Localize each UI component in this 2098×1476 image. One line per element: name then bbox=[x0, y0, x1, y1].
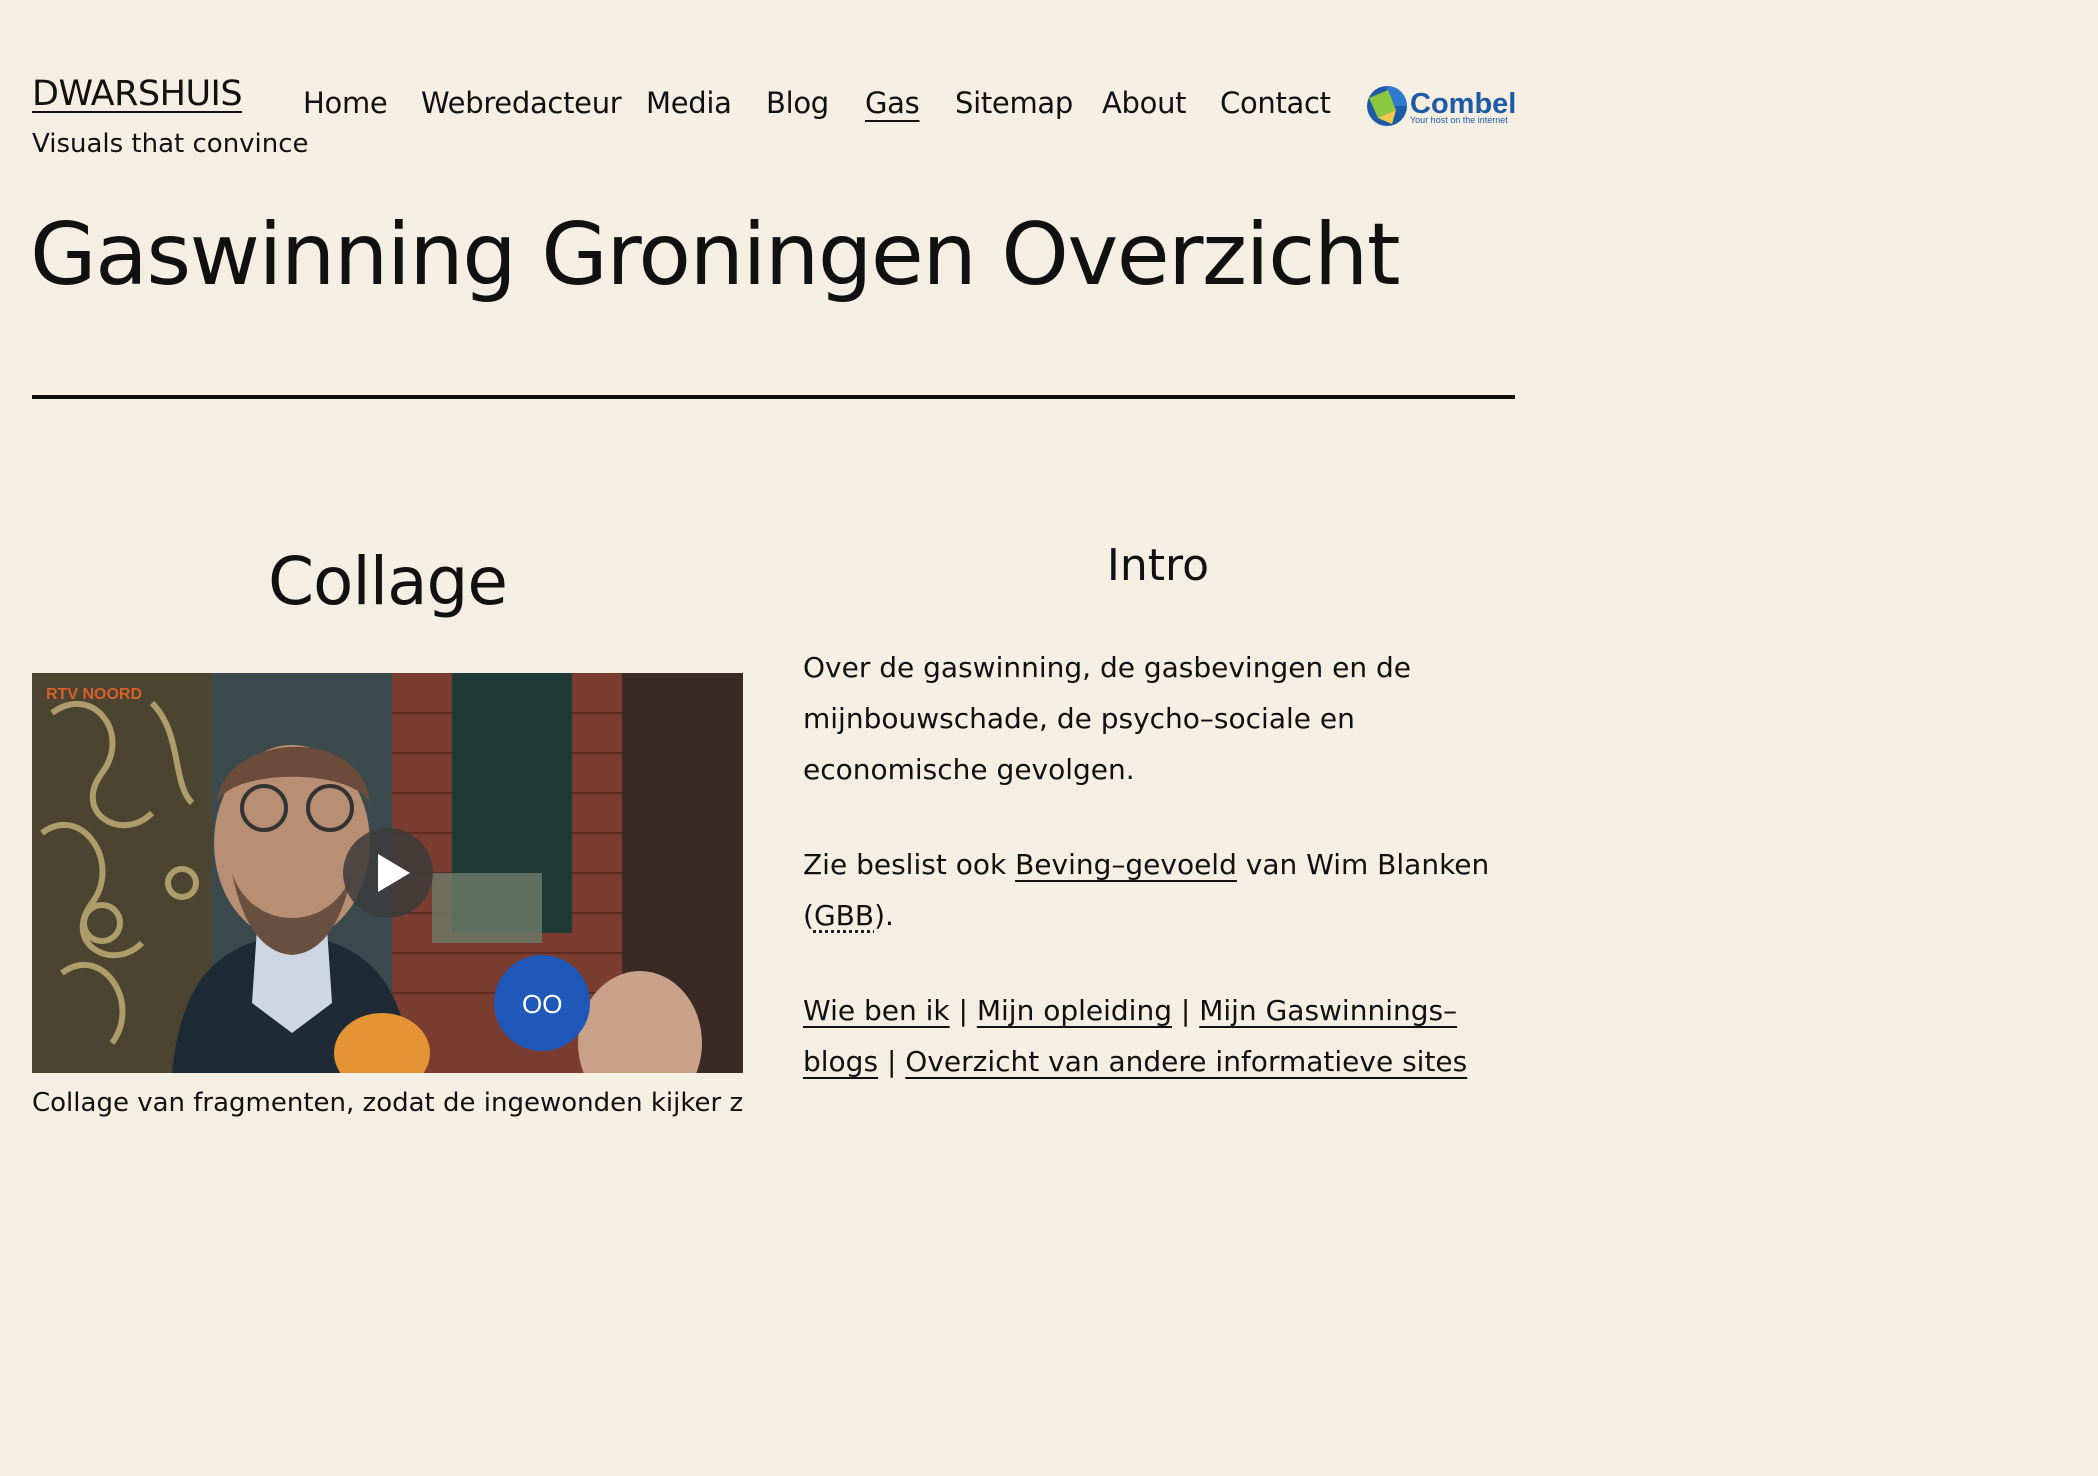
page-title: Gaswinning Groningen Overzicht bbox=[30, 205, 1401, 305]
overzicht-sites-link[interactable]: Overzicht van andere informatieve sites bbox=[905, 1045, 1467, 1078]
wie-ben-ik-link[interactable]: Wie ben ik bbox=[803, 994, 950, 1027]
collage-heading: Collage bbox=[267, 543, 508, 620]
svg-text:OO: OO bbox=[522, 989, 562, 1019]
play-icon[interactable] bbox=[343, 828, 433, 918]
nav-item-about[interactable]: About bbox=[1102, 86, 1187, 120]
links-paragraph: Wie ben ik | Mijn opleiding | Mijn Gaswi… bbox=[803, 985, 1515, 1087]
separator bbox=[32, 395, 1515, 399]
nav-item-blog[interactable]: Blog bbox=[766, 86, 829, 120]
intro-paragraph: Over de gaswinning, de gasbevingen en de… bbox=[803, 651, 1411, 786]
site-tagline: Visuals that convince bbox=[32, 129, 309, 159]
intro-heading: Intro bbox=[1106, 540, 1210, 591]
nav-item-contact[interactable]: Contact bbox=[1220, 86, 1331, 120]
beving-gevoeld-link[interactable]: Beving–gevoeld bbox=[1015, 848, 1237, 881]
nav-item-home[interactable]: Home bbox=[303, 86, 388, 120]
video-player[interactable]: OO RTV NOORD bbox=[32, 673, 743, 1073]
gbb-abbreviation: GBB bbox=[813, 899, 875, 932]
nav-item-gas[interactable]: Gas bbox=[865, 86, 920, 120]
nav-item-webredacteur[interactable]: Webredacteur bbox=[421, 86, 622, 120]
see-also-text-end: ). bbox=[874, 899, 894, 932]
see-also-text: Zie beslist ook bbox=[803, 848, 1016, 881]
nav-item-media[interactable]: Media bbox=[646, 86, 732, 120]
combell-logo[interactable]: Combell Your host on the internet bbox=[1366, 84, 1524, 130]
site-title-link[interactable]: DWARSHUIS bbox=[32, 74, 243, 114]
mijn-opleiding-link[interactable]: Mijn opleiding bbox=[977, 994, 1172, 1027]
combell-logo-icon: Combell Your host on the internet bbox=[1367, 86, 1524, 126]
nav-item-sitemap[interactable]: Sitemap bbox=[955, 86, 1073, 120]
see-also-paragraph: Zie beslist ook Beving–gevoeld van Wim B… bbox=[803, 839, 1515, 941]
svg-text:Your host on the internet: Your host on the internet bbox=[1410, 115, 1508, 125]
link-separator: | bbox=[949, 994, 977, 1027]
svg-text:RTV NOORD: RTV NOORD bbox=[46, 686, 142, 703]
video-caption: Collage van fragmenten, zodat de ingewon… bbox=[32, 1088, 743, 1118]
link-separator: | bbox=[1171, 994, 1200, 1027]
link-separator: | bbox=[878, 1045, 906, 1078]
